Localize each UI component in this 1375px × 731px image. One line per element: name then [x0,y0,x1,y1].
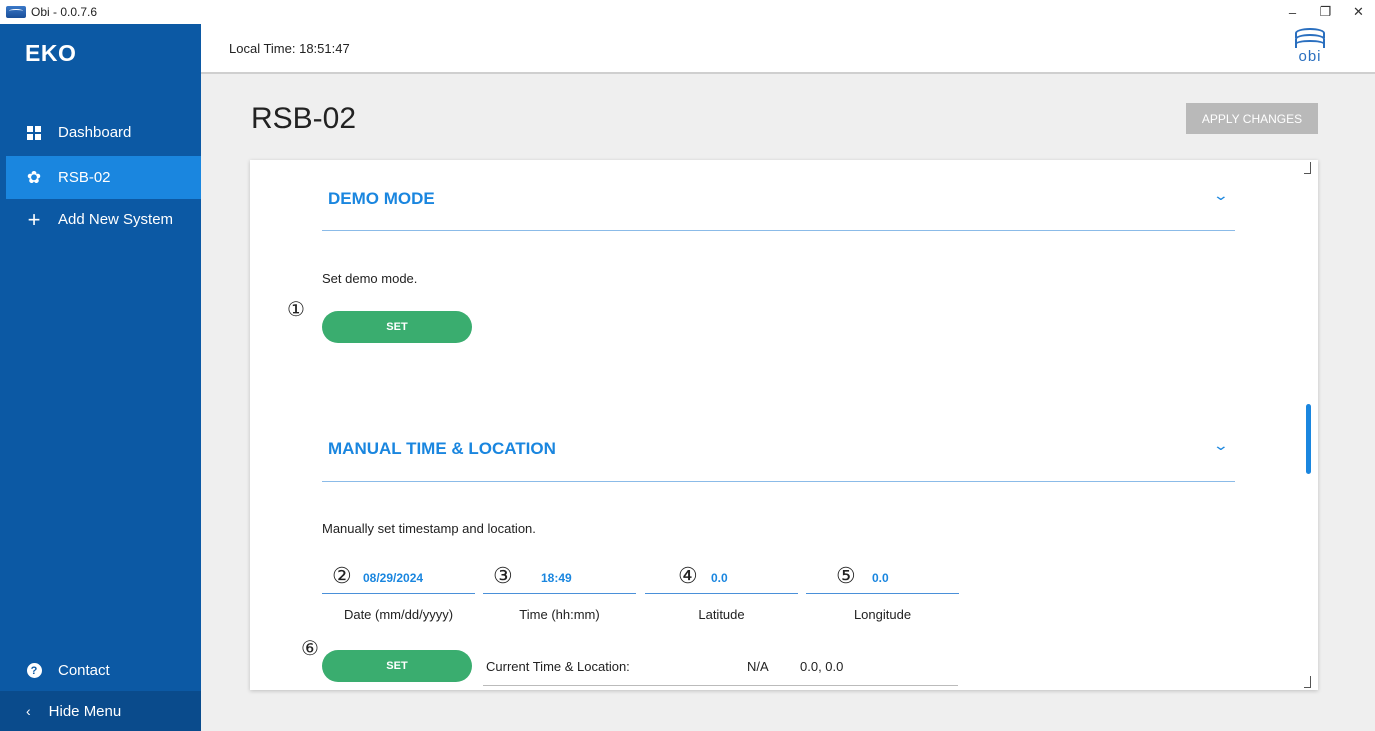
top-header: Local Time: 18:51:47 obi [201,24,1375,74]
page-title: RSB-02 [251,102,357,135]
chevron-down-icon[interactable]: ⌄ [1213,437,1229,454]
hide-menu-label: Hide Menu [48,702,122,720]
sidebar-item-dashboard[interactable]: Dashboard [0,111,201,154]
gear-icon: ✿ [26,168,42,187]
scrollbar-thumb[interactable] [1306,404,1311,474]
sidebar-item-label: Contact [58,662,110,679]
manual-description: Manually set timestamp and location. [322,521,536,536]
time-label: Time (hh:mm) [519,607,600,622]
time-field[interactable]: ③ 18:49 [483,556,636,594]
date-label: Date (mm/dd/yyyy) [343,607,454,622]
annotation-marker: ① [287,299,305,321]
settings-card: DEMO MODE ⌄ Set demo mode. ① SET MANUAL … [250,160,1318,690]
latitude-value: 0.0 [711,571,728,585]
chevron-down-icon[interactable]: ⌄ [1213,187,1229,204]
sidebar-item-label: Dashboard [58,124,132,141]
annotation-marker: ⑥ [301,638,319,660]
close-button[interactable]: ✕ [1342,0,1375,24]
section-divider [322,230,1235,231]
date-field[interactable]: ② 08/29/2024 [322,556,475,594]
sidebar-item-rsb-02[interactable]: ✿ RSB-02 [6,156,201,199]
sidebar-item-add-new-system[interactable]: + Add New System [0,198,201,241]
sidebar-item-label: RSB-02 [58,169,111,186]
latitude-label: Latitude [698,607,745,622]
annotation-marker: ④ [678,563,698,588]
annotation-marker: ③ [493,563,513,588]
corner-marker [1304,676,1311,688]
corner-marker [1304,162,1311,174]
date-value: 08/29/2024 [363,571,424,585]
window-titlebar: Obi - 0.0.7.6 – ❐ ✕ [0,0,1375,24]
demo-mode-description: Set demo mode. [322,271,418,286]
sidebar-item-contact[interactable]: ? Contact [0,649,201,692]
current-time-location-label: Current Time & Location: [486,659,630,674]
sidebar-item-label: Add New System [58,211,174,228]
longitude-field[interactable]: ⑤ 0.0 [806,556,959,594]
obi-logo: obi [1290,28,1330,68]
window-title: Obi - 0.0.7.6 [31,5,98,19]
annotation-marker: ② [332,563,352,588]
longitude-value: 0.0 [872,571,889,585]
longitude-label: Longitude [853,607,912,622]
help-icon: ? [26,663,42,678]
eko-logo: EKO [25,40,77,66]
dashboard-icon [26,125,42,140]
manual-set-button[interactable]: SET [322,650,472,682]
apply-changes-button[interactable]: APPLY CHANGES [1186,103,1318,134]
section-divider [322,481,1235,482]
demo-mode-set-button[interactable]: SET [322,311,472,343]
minimize-button[interactable]: – [1276,0,1309,24]
local-time: Local Time: 18:51:47 [229,41,350,56]
section-title-demo-mode[interactable]: DEMO MODE [328,189,435,209]
section-title-manual-time-location[interactable]: MANUAL TIME & LOCATION [328,439,556,459]
latitude-field[interactable]: ④ 0.0 [645,556,798,594]
signal-waves-icon [1294,28,1326,48]
current-location-value: 0.0, 0.0 [800,659,844,674]
plus-icon: + [27,206,41,232]
sidebar: EKO Dashboard ✿ RSB-02 + Add New System … [0,24,201,731]
current-time-location: Current Time & Location: N/A 0.0, 0.0 [483,650,958,686]
window-controls: – ❐ ✕ [1276,0,1375,24]
chevron-left-icon: ‹ [26,703,31,719]
time-value: 18:49 [541,571,572,585]
current-time-value: N/A [747,659,769,674]
annotation-marker: ⑤ [836,563,856,588]
hide-menu-button[interactable]: ‹ Hide Menu [0,691,201,731]
app-icon [6,6,26,18]
restore-button[interactable]: ❐ [1309,0,1342,24]
